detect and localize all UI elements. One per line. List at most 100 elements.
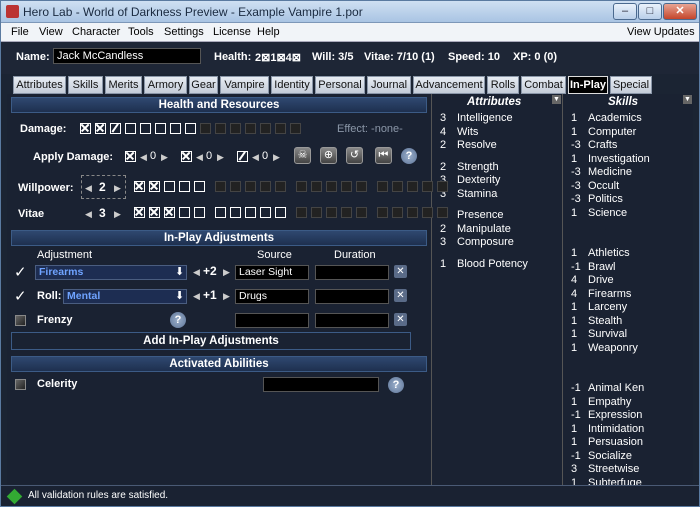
adjust2-decrement-icon[interactable]: ◀ (193, 291, 200, 302)
list-item-name: Composure (457, 236, 514, 248)
willpower-box (326, 181, 337, 192)
tab-armory[interactable]: Armory (144, 76, 187, 94)
tab-attributes[interactable]: Attributes (13, 76, 66, 94)
tab-advancement[interactable]: Advancement (413, 76, 485, 94)
adjust2-dropdown-icon[interactable]: ⬇ (175, 289, 184, 302)
close-button[interactable]: ✕ (663, 3, 697, 20)
tab-identity[interactable]: Identity (271, 76, 313, 94)
tab-personal[interactable]: Personal (315, 76, 365, 94)
adjust2-delete-icon[interactable]: ✕ (394, 289, 407, 302)
menu-view-updates[interactable]: View Updates (627, 26, 695, 38)
willpower-box (377, 181, 388, 192)
skills-scroll-icon[interactable]: ▼ (683, 95, 692, 104)
menu-tools[interactable]: Tools (128, 26, 154, 38)
apply3-increment-icon[interactable]: ▶ (273, 152, 280, 163)
menu-settings[interactable]: Settings (164, 26, 204, 38)
list-item-value: -1 (571, 382, 581, 394)
celerity-label: Celerity (37, 378, 78, 390)
tab-in-play[interactable]: In-Play (568, 76, 608, 94)
list-item-value: 1 (571, 152, 578, 165)
list-item-value: 3 (571, 463, 578, 475)
adjust1-checkbox[interactable]: ✓ (14, 263, 27, 281)
adjust1-duration-field[interactable] (315, 265, 389, 280)
apply1-decrement-icon[interactable]: ◀ (140, 152, 147, 163)
list-item-value: 2 (440, 139, 447, 151)
maximize-button[interactable]: □ (638, 3, 662, 20)
menu-character[interactable]: Character (72, 26, 120, 38)
list-item-value: 3 (440, 112, 447, 124)
adjust2-checkbox[interactable]: ✓ (14, 287, 27, 305)
frenzy-duration-field[interactable] (315, 313, 389, 328)
help-icon[interactable]: ? (401, 148, 417, 164)
frenzy-help-icon[interactable]: ? (170, 312, 186, 328)
adjust2-increment-icon[interactable]: ▶ (223, 291, 230, 302)
adjust2-mod: +1 (203, 288, 217, 302)
frenzy-source-field[interactable] (235, 313, 309, 328)
skills-column: Skills ▼ 1 Academics 1 Computer -3 Crafts 1 Inv… (562, 94, 693, 489)
tab-special[interactable]: Special (610, 76, 652, 94)
heal-plus-icon[interactable]: ⊕ (320, 147, 337, 164)
list-item-name: Drive (588, 274, 614, 286)
tab-rolls[interactable]: Rolls (487, 76, 519, 94)
list-item-value: 1 (571, 112, 578, 124)
menu-help[interactable]: Help (257, 26, 280, 38)
menu-bar: File View Character Tools Settings Licen… (1, 23, 699, 42)
tab-merits[interactable]: Merits (105, 76, 142, 94)
menu-view[interactable]: View (39, 26, 63, 38)
tab-combat[interactable]: Combat (521, 76, 566, 94)
list-item-value: -1 (571, 260, 581, 273)
vitae-increment-icon[interactable]: ▶ (114, 209, 121, 220)
tab-journal[interactable]: Journal (367, 76, 411, 94)
willpower-box (407, 181, 418, 192)
adjustments-section-header: In-Play Adjustments (11, 230, 427, 246)
apply3-decrement-icon[interactable]: ◀ (252, 152, 259, 163)
adjust2-duration-field[interactable] (315, 289, 389, 304)
frenzy-checkbox[interactable] (15, 315, 26, 326)
menu-license[interactable]: License (213, 26, 251, 38)
minimize-button[interactable]: – (613, 3, 637, 20)
tab-skills[interactable]: Skills (68, 76, 103, 94)
list-item-name: Medicine (588, 166, 633, 178)
rewind-icon[interactable]: ⏮ (375, 147, 392, 164)
apply2-increment-icon[interactable]: ▶ (217, 152, 224, 163)
adjust1-source-field[interactable]: Laser Sight (235, 265, 309, 280)
adjust1-delete-icon[interactable]: ✕ (394, 265, 407, 278)
list-item-name: Blood Potency (457, 257, 528, 270)
list-item-name: Larceny (588, 301, 628, 313)
adjust2-source-field[interactable]: Drugs (235, 289, 309, 304)
attributes-title: Attributes (467, 96, 522, 108)
apply1-increment-icon[interactable]: ▶ (161, 152, 168, 163)
tab-gear[interactable]: Gear (189, 76, 218, 94)
apply1-value: 0 (150, 150, 157, 162)
col-duration: Duration (334, 249, 376, 261)
list-item-value: 1 (571, 328, 578, 340)
title-bar: Hero Lab - World of Darkness Preview - E… (1, 1, 699, 23)
name-field[interactable]: Jack McCandless (53, 48, 201, 64)
celerity-field[interactable] (263, 377, 379, 392)
celerity-help-icon[interactable]: ? (388, 377, 404, 393)
willpower-box (356, 181, 367, 192)
adjust1-select[interactable]: Firearms (35, 265, 187, 280)
adjust1-increment-icon[interactable]: ▶ (223, 267, 230, 278)
attributes-scroll-icon[interactable]: ▼ (552, 95, 561, 104)
willpower-increment-icon[interactable]: ▶ (114, 183, 121, 194)
willpower-box (164, 181, 175, 192)
adjust1-dropdown-icon[interactable]: ⬇ (175, 265, 184, 278)
vitae-decrement-icon[interactable]: ◀ (85, 209, 92, 220)
add-adjustments-button[interactable]: Add In-Play Adjustments (11, 332, 411, 350)
adjust2-select[interactable]: Mental (63, 289, 187, 304)
willpower-decrement-icon[interactable]: ◀ (85, 183, 92, 194)
frenzy-delete-icon[interactable]: ✕ (394, 313, 407, 326)
undo-icon[interactable]: ↺ (346, 147, 363, 164)
tab-vampire[interactable]: Vampire (220, 76, 269, 94)
damage-box (275, 123, 286, 134)
menu-file[interactable]: File (11, 26, 29, 38)
skull-icon[interactable]: ☠ (294, 147, 311, 164)
celerity-checkbox[interactable] (15, 379, 26, 390)
damage-box (185, 123, 196, 134)
list-item-name: Intimidation (588, 422, 645, 435)
apply2-decrement-icon[interactable]: ◀ (196, 152, 203, 163)
vitae-box (392, 207, 403, 218)
adjust1-decrement-icon[interactable]: ◀ (193, 267, 200, 278)
vitae-value: 3 (99, 206, 106, 220)
